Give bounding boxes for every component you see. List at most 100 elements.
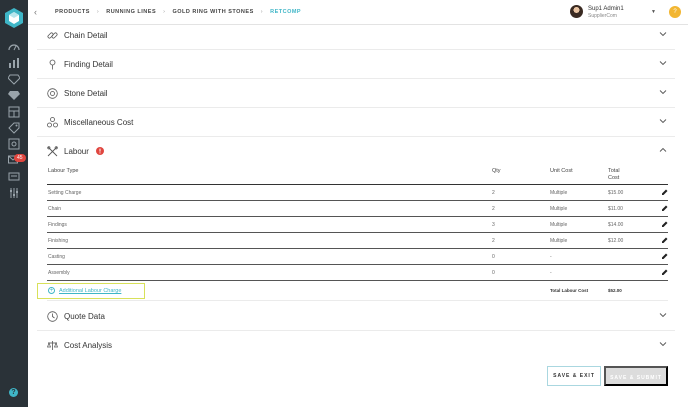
pencil-icon[interactable]	[662, 221, 668, 227]
section-title: Miscellaneous Cost	[64, 118, 134, 127]
notification-icon[interactable]: ?	[669, 6, 681, 18]
row-total: $15.00	[608, 190, 624, 196]
layers-icon[interactable]	[7, 106, 21, 118]
save-exit-button[interactable]: SAVE & EXIT	[547, 366, 601, 386]
stone-icon	[47, 88, 58, 99]
chevron-down-icon[interactable]	[659, 340, 667, 348]
section-title: Labour	[64, 147, 89, 156]
col-header-qty: Qty	[492, 168, 501, 174]
table-row[interactable]: Finishing 2 Multiple $12.00	[47, 233, 668, 249]
row-type: Casting	[48, 254, 65, 260]
app-logo[interactable]	[5, 8, 23, 28]
divider	[47, 300, 668, 301]
gem-icon[interactable]	[7, 89, 21, 101]
chevron-up-icon[interactable]	[659, 146, 667, 154]
section-title: Chain Detail	[64, 31, 108, 40]
catalog-icon[interactable]	[7, 73, 21, 85]
row-total: $11.00	[608, 206, 623, 212]
scale-icon	[47, 341, 58, 350]
breadcrumb-product[interactable]: GOLD RING WITH STONES	[172, 9, 253, 15]
sidebar: 45 ?	[0, 0, 28, 407]
section-stone-detail[interactable]: Stone Detail	[37, 79, 675, 108]
col-header-type: Labour Type	[48, 168, 79, 174]
breadcrumb-separator-icon: ›	[96, 9, 100, 15]
table-row[interactable]: Assembly 0 -	[47, 265, 668, 281]
pencil-icon[interactable]	[662, 253, 668, 259]
settings-icon[interactable]	[7, 187, 21, 199]
col-header-unit-cost: Unit Cost	[550, 168, 573, 174]
breadcrumb-current: RETCOMP	[270, 9, 302, 15]
pencil-icon[interactable]	[662, 205, 668, 211]
clock-icon	[47, 311, 58, 322]
mail-badge: 45	[14, 154, 26, 162]
chevron-down-icon[interactable]	[659, 117, 667, 125]
row-qty: 2	[492, 190, 495, 196]
box-icon[interactable]	[7, 138, 21, 150]
row-type: Assembly	[48, 270, 70, 276]
table-row[interactable]: Findings 3 Multiple $14.00	[47, 217, 668, 233]
section-title: Quote Data	[64, 312, 105, 321]
breadcrumb-separator-icon: ›	[163, 9, 166, 15]
plus-circle-icon: +	[48, 287, 55, 294]
row-type: Setting Charge	[48, 190, 82, 196]
user-name[interactable]: Sup1 Admin1	[588, 6, 624, 12]
pencil-icon[interactable]	[662, 237, 668, 243]
total-labour-cost-label: Total Labour Cost	[550, 288, 589, 293]
section-misc-cost[interactable]: Miscellaneous Cost	[37, 108, 675, 137]
pencil-icon[interactable]	[662, 269, 668, 275]
row-unit: -	[550, 254, 552, 260]
alert-icon	[96, 147, 104, 155]
row-qty: 2	[492, 206, 495, 212]
breadcrumb: PRODUCTS › RUNNING LINES › GOLD RING WIT…	[55, 9, 301, 15]
user-avatar[interactable]	[570, 5, 583, 18]
tags-icon[interactable]	[7, 122, 21, 134]
save-submit-button[interactable]: SAVE & SUBMIT	[604, 366, 668, 386]
section-finding-detail[interactable]: Finding Detail	[37, 50, 675, 79]
row-unit: -	[550, 270, 552, 276]
row-type: Findings	[48, 222, 67, 228]
help-icon[interactable]: ?	[9, 388, 18, 397]
reports-icon[interactable]	[7, 57, 21, 69]
row-unit: Multiple	[550, 222, 568, 228]
misc-icon	[47, 117, 58, 128]
row-qty: 0	[492, 254, 495, 260]
section-title: Cost Analysis	[64, 341, 113, 350]
col-header-total-cost: Total Cost	[608, 168, 620, 181]
row-qty: 0	[492, 270, 495, 276]
user-company: SupplierCom	[588, 13, 617, 19]
breadcrumb-separator-icon: ›	[260, 9, 264, 15]
table-row[interactable]: Casting 0 -	[47, 249, 668, 265]
table-row[interactable]: Setting Charge 2 Multiple $15.00	[47, 185, 668, 201]
table-row[interactable]: Chain 2 Multiple $11.00	[47, 201, 668, 217]
breadcrumb-running-lines[interactable]: RUNNING LINES	[106, 9, 156, 15]
row-unit: Multiple	[550, 190, 568, 196]
add-labour-charge-button[interactable]: + Additional Labour Charge	[37, 283, 145, 299]
row-unit: Multiple	[550, 238, 568, 244]
section-title: Stone Detail	[64, 89, 108, 98]
row-type: Finishing	[48, 238, 69, 244]
finding-icon	[49, 59, 56, 70]
user-menu-caret-icon[interactable]: ▼	[651, 9, 656, 15]
chevron-down-icon[interactable]	[659, 311, 667, 319]
row-type: Chain	[48, 206, 62, 212]
back-chevron-icon[interactable]: ‹	[34, 7, 37, 17]
chevron-down-icon[interactable]	[659, 30, 667, 38]
breadcrumb-products[interactable]: PRODUCTS	[55, 9, 90, 15]
chain-link-icon	[47, 32, 58, 39]
pencil-icon[interactable]	[662, 189, 668, 195]
chevron-down-icon[interactable]	[659, 88, 667, 96]
section-labour[interactable]: Labour	[37, 137, 675, 166]
message-icon[interactable]	[7, 171, 21, 183]
add-labour-charge-link[interactable]: Additional Labour Charge	[59, 288, 121, 294]
section-cost-analysis[interactable]: Cost Analysis	[37, 331, 675, 360]
section-quote-data[interactable]: Quote Data	[37, 302, 675, 331]
section-chain-detail[interactable]: Chain Detail	[37, 21, 675, 50]
row-unit: Multiple	[550, 206, 568, 212]
section-title: Finding Detail	[64, 60, 113, 69]
row-qty: 3	[492, 222, 495, 228]
dashboard-icon[interactable]	[7, 41, 21, 53]
chevron-down-icon[interactable]	[659, 59, 667, 67]
row-total: $12.00	[608, 238, 624, 244]
row-total: $14.00	[608, 222, 624, 228]
total-labour-cost-value: $52.00	[608, 288, 622, 293]
